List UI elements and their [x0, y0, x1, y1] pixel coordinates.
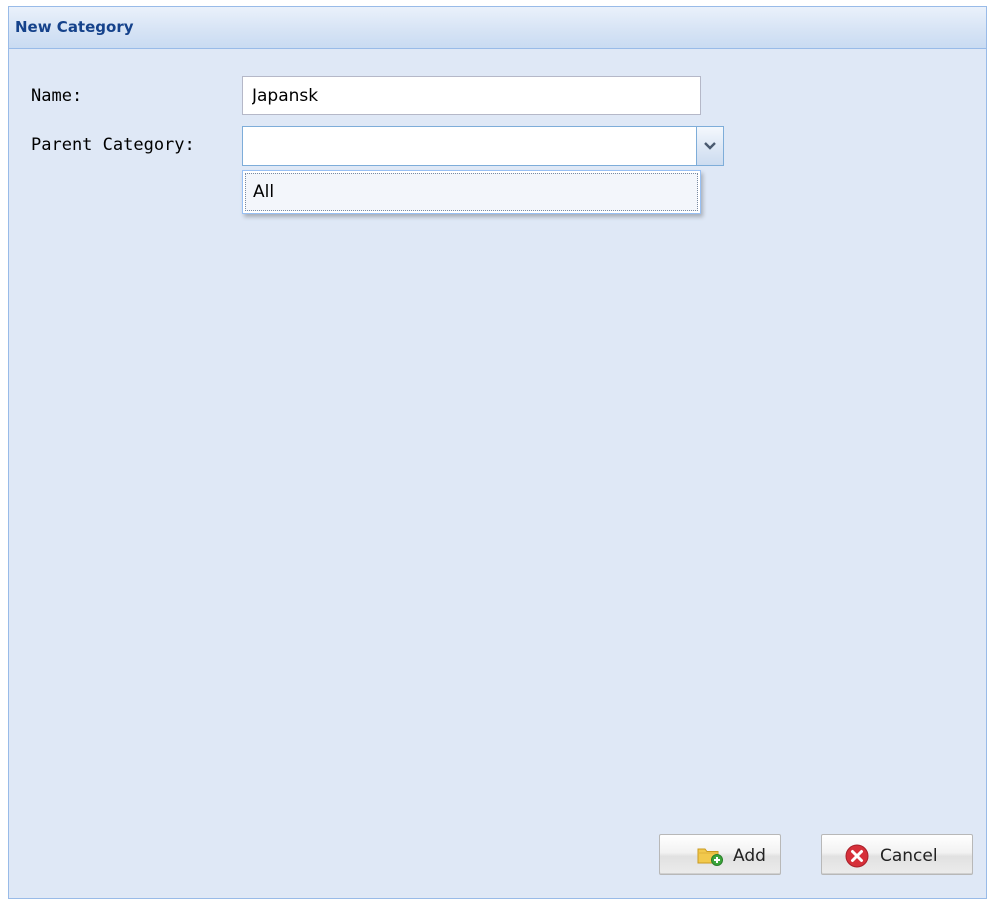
folder-add-icon	[697, 848, 723, 866]
name-label: Name:	[31, 86, 83, 106]
parent-category-dropdown-trigger[interactable]	[697, 126, 724, 166]
cancel-icon	[845, 844, 869, 868]
add-button-label: Add	[733, 846, 766, 866]
parent-category-option[interactable]: All	[245, 173, 698, 211]
parent-category-input[interactable]	[242, 126, 697, 166]
parent-category-option-list: All	[242, 170, 701, 214]
chevron-down-icon	[704, 142, 716, 150]
window-title: New Category	[15, 18, 134, 36]
cancel-button[interactable]: Cancel	[821, 834, 973, 875]
new-category-window: New Category Name: Parent Category: All …	[8, 6, 987, 899]
cancel-button-label: Cancel	[880, 846, 938, 866]
parent-category-label: Parent Category:	[31, 135, 195, 155]
name-input[interactable]	[242, 76, 701, 115]
window-header: New Category	[9, 7, 986, 49]
add-button[interactable]: Add	[659, 834, 781, 875]
